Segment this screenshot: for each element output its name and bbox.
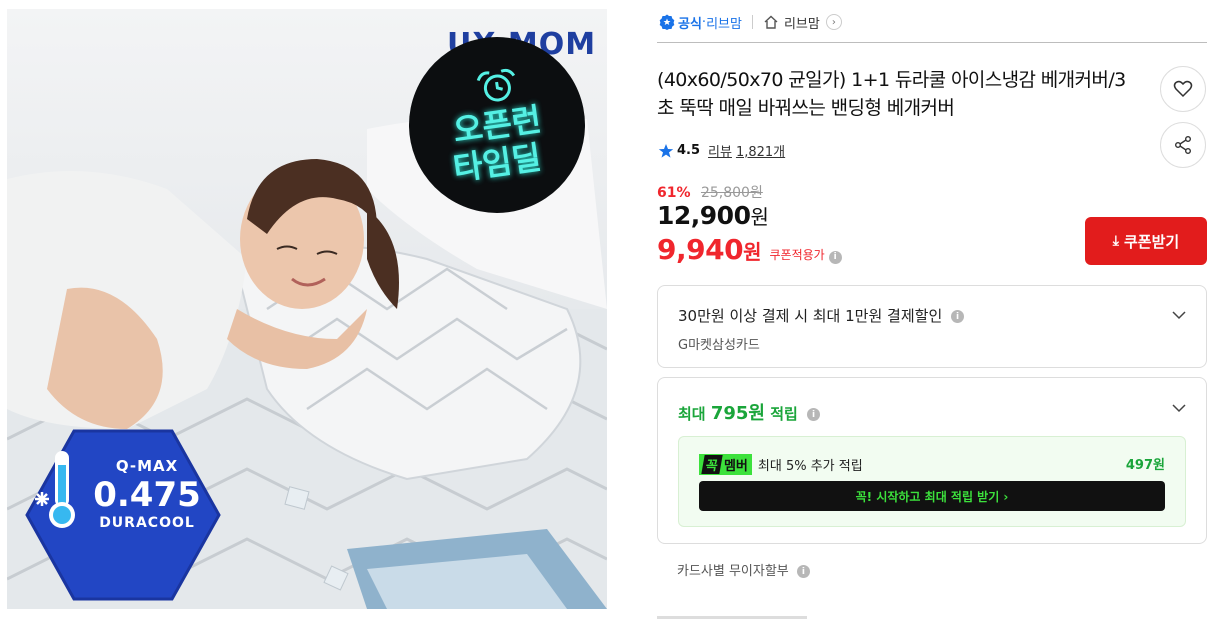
card-discount-text: 30만원 이상 결제 시 최대 1만원 결제할인 (678, 307, 943, 325)
member-start-button[interactable]: 꼭! 시작하고 최대 적립 받기 › (699, 481, 1165, 511)
info-icon[interactable]: i (807, 408, 821, 421)
chevron-down-icon[interactable] (1172, 308, 1186, 322)
chevron-down-icon[interactable] (1172, 401, 1186, 415)
coupon-price-label: 쿠폰적용가 (769, 248, 825, 262)
member-tag-k: 꼭 (701, 455, 723, 474)
review-count-link[interactable]: 1,821개 (736, 141, 785, 160)
discount-percent: 61% (657, 185, 691, 201)
get-coupon-button[interactable]: ⤓ 쿠폰받기 (1085, 217, 1207, 265)
download-icon: ⤓ (1112, 233, 1119, 249)
installment-text: 카드사별 무이자할부 (677, 564, 789, 579)
review-link[interactable]: 리뷰 (708, 141, 732, 160)
shop-name-link[interactable]: 리브맘 (784, 13, 820, 32)
official-label: 공식 (678, 16, 702, 32)
rating-row: 4.5 리뷰 1,821개 (658, 141, 785, 160)
share-icon (1175, 136, 1191, 154)
shop-chevron-button[interactable]: › (825, 14, 842, 30)
member-tag: 꼭 멤버 (699, 454, 752, 475)
rating-score: 4.5 (677, 143, 701, 158)
alarm-clock-icon (476, 68, 516, 102)
qmax-value: 0.475 (93, 475, 201, 515)
points-panel[interactable]: 최대 795원 적립 i 꼭 멤버 최대 5% 추가 적립 497원 꼭! 시작… (657, 377, 1207, 544)
share-button[interactable] (1160, 122, 1206, 168)
discount-row: 61% 25,800원 (657, 182, 763, 202)
get-coupon-label: 쿠폰받기 (1124, 232, 1180, 251)
heart-icon (1173, 80, 1193, 98)
info-icon[interactable]: i (796, 565, 810, 578)
seller-name-link[interactable]: 리브맘 (706, 13, 742, 32)
coupon-price: 9,940 원 쿠폰적용가 i (657, 233, 842, 266)
member-desc: 최대 5% 추가 적립 (757, 459, 863, 474)
wishlist-button[interactable] (1160, 66, 1206, 112)
thermometer-snowflake-icon (35, 451, 75, 528)
product-title: (40x60/50x70 균일가) 1+1 듀라쿨 아이스냉감 베개커버/3초 … (657, 69, 1126, 119)
card-discount-panel[interactable]: 30만원 이상 결제 시 최대 1만원 결제할인 i G마켓삼성카드 (657, 285, 1207, 368)
points-suffix: 적립 (770, 405, 798, 423)
coupon-price-value: 9,940 (657, 233, 744, 266)
verified-badge-icon (659, 14, 675, 30)
product-image[interactable]: UX MOM 오픈런 타임딜 Q-MAX 0.475 DURACOO (7, 9, 607, 609)
product-info-panel: 공식 · 리브맘 리브맘 › (40x60/50x70 균일가) 1+1 듀라쿨… (657, 0, 1207, 620)
duracool-text: Q-MAX 0.475 DURACOOL (81, 457, 213, 531)
seller-divider (751, 15, 753, 29)
member-row: 꼭 멤버 최대 5% 추가 적립 (699, 454, 863, 475)
member-tag-label: 멤버 (723, 459, 748, 474)
points-prefix: 최대 (678, 405, 706, 423)
points-amount: 795원 (710, 403, 765, 424)
star-icon (658, 143, 674, 158)
home-icon (764, 15, 778, 29)
installment-row[interactable]: 카드사별 무이자할부 i (677, 560, 810, 579)
coupon-price-unit: 원 (743, 240, 762, 264)
next-row-cutoff (657, 612, 817, 620)
member-benefit-box: 꼭 멤버 최대 5% 추가 적립 497원 꼭! 시작하고 최대 적립 받기 › (678, 436, 1186, 527)
points-main: 최대 795원 적립 i (678, 399, 821, 425)
card-discount-main: 30만원 이상 결제 시 최대 1만원 결제할인 i (678, 305, 965, 326)
member-points: 497원 (1125, 458, 1165, 473)
open-run-badge: 오픈런 타임딜 (409, 37, 585, 213)
original-price: 25,800원 (700, 185, 763, 201)
info-icon[interactable]: i (951, 310, 965, 323)
seller-row: 공식 · 리브맘 리브맘 › (659, 11, 842, 33)
duracool-label: DURACOOL (99, 515, 195, 531)
info-icon[interactable]: i (828, 250, 842, 264)
sale-price-value: 12,900 (657, 201, 751, 230)
card-discount-sub: G마켓삼성카드 (678, 338, 760, 353)
sale-price: 12,900원 (657, 201, 769, 230)
qmax-label: Q-MAX (115, 457, 179, 475)
sale-price-unit: 원 (750, 205, 769, 229)
header-divider (657, 42, 1207, 43)
